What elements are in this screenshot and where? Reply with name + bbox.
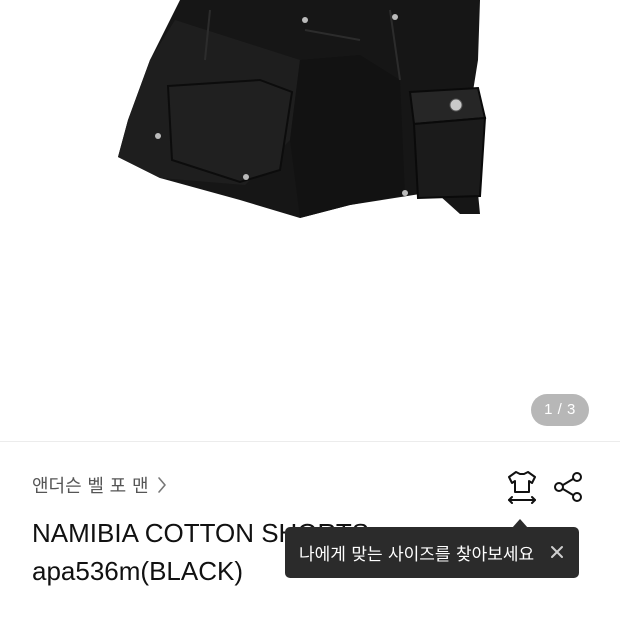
- brand-name: 앤더슨 벨 포 맨: [32, 476, 149, 497]
- tooltip-close-button[interactable]: [547, 542, 567, 562]
- section-divider: [0, 441, 620, 442]
- product-photo: [118, 0, 487, 218]
- product-image-gallery[interactable]: 1 / 3: [0, 0, 620, 440]
- shirt-size-icon: [508, 471, 536, 504]
- chevron-right-icon: [157, 477, 166, 493]
- image-page-indicator: 1 / 3: [531, 394, 589, 426]
- size-guide-tooltip: 나에게 맞는 사이즈를 찾아보세요: [285, 527, 579, 578]
- share-icon: [554, 472, 582, 502]
- brand-link[interactable]: 앤더슨 벨 포 맨: [32, 470, 167, 500]
- share-button[interactable]: [553, 471, 585, 503]
- size-guide-button[interactable]: [504, 469, 540, 505]
- tooltip-text: 나에게 맞는 사이즈를 찾아보세요: [299, 545, 535, 565]
- close-icon: [551, 546, 563, 558]
